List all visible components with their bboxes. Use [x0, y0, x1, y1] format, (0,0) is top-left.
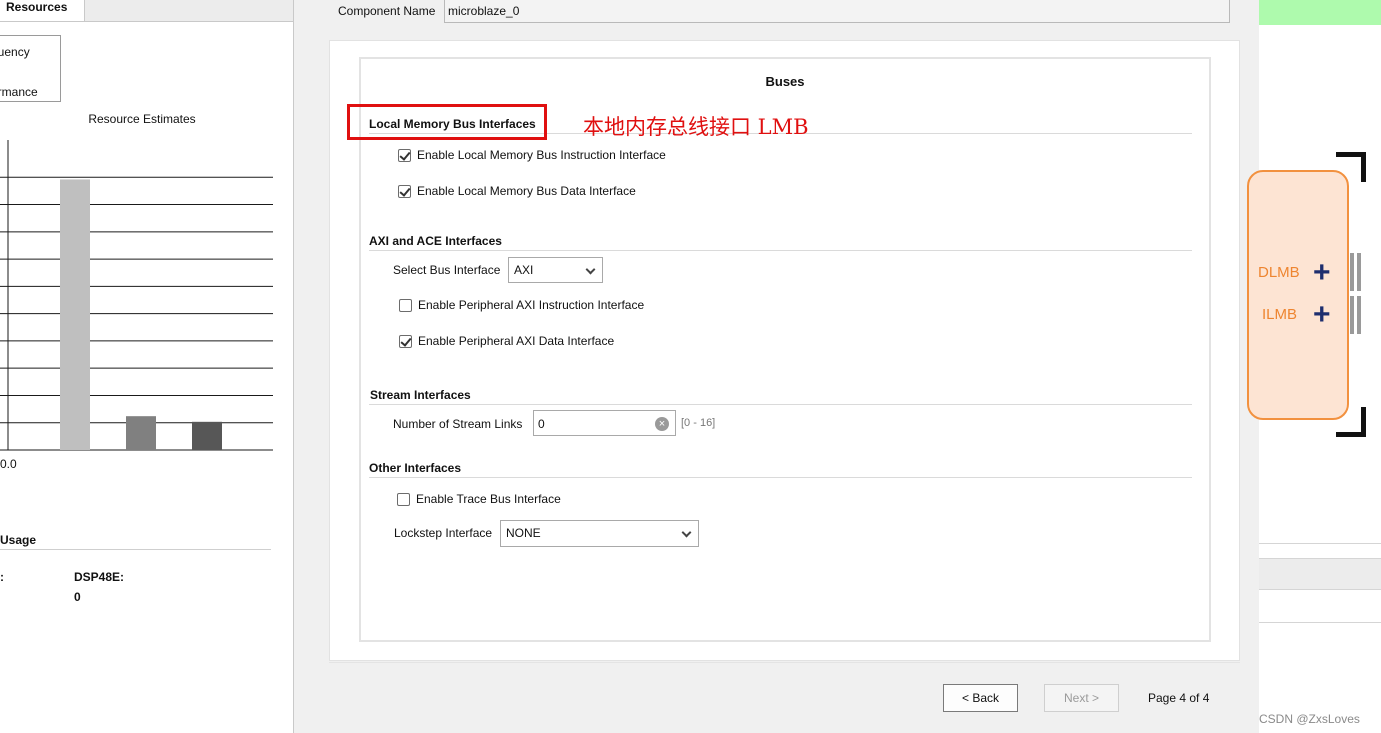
trace-bus-checkbox[interactable]: Enable Trace Bus Interface: [397, 492, 561, 506]
lmb-data-checkbox[interactable]: Enable Local Memory Bus Data Interface: [398, 184, 636, 198]
right-status-bar: [1259, 0, 1381, 25]
options-box: quency i ormance: [0, 35, 61, 102]
component-name-label: Component Name: [338, 4, 436, 18]
section-divider: [369, 477, 1192, 478]
stream-links-range: [0 - 16]: [681, 417, 716, 429]
chart-title: Resource Estimates: [88, 112, 196, 126]
chevron-down-icon: [681, 527, 692, 538]
select-bus-value: AXI: [514, 263, 534, 277]
clear-icon[interactable]: ×: [655, 417, 669, 431]
ilmb-pins: [1350, 296, 1364, 334]
right-divider: [1259, 543, 1381, 544]
checkbox-icon[interactable]: [397, 492, 410, 506]
dlmb-port-label: DLMB: [1258, 264, 1300, 281]
lockstep-dropdown[interactable]: NONE: [500, 520, 699, 547]
page-indicator: Page 4 of 4: [1148, 691, 1210, 705]
dlmb-pins: [1350, 253, 1364, 291]
plus-icon[interactable]: +: [1313, 258, 1331, 288]
checkbox-label: Enable Peripheral AXI Data Interface: [418, 334, 615, 348]
annotation-text: 本地内存总线接口 LMB: [583, 115, 809, 139]
select-bus-label: Select Bus Interface: [393, 263, 501, 277]
footer-divider: [329, 662, 1240, 663]
checkbox-label: Enable Local Memory Bus Data Interface: [417, 184, 636, 198]
next-button[interactable]: Next >: [1044, 684, 1119, 712]
checkbox-label: Enable Local Memory Bus Instruction Inte…: [417, 148, 666, 162]
checkbox-label: Enable Trace Bus Interface: [416, 492, 561, 506]
microblaze-block[interactable]: [1247, 170, 1349, 420]
stream-links-value: 0: [538, 417, 545, 431]
section-divider: [369, 404, 1192, 405]
section-header-other: Other Interfaces: [369, 461, 462, 475]
right-divider: [1259, 622, 1381, 623]
axi-instruction-checkbox[interactable]: Enable Peripheral AXI Instruction Interf…: [399, 298, 644, 312]
watermark: CSDN @ZxsLoves: [1259, 712, 1360, 726]
section-divider: [369, 250, 1192, 251]
ilmb-port-label: ILMB: [1262, 306, 1298, 323]
selection-corner-bottom: [1336, 407, 1366, 437]
right-toolbar: [1259, 558, 1381, 590]
annotation-box: [347, 104, 547, 140]
lockstep-label: Lockstep Interface: [394, 526, 493, 540]
back-button[interactable]: < Back: [943, 684, 1018, 712]
chart-bar: [126, 416, 156, 450]
lockstep-value: NONE: [506, 526, 541, 540]
left-tabstrip: [85, 0, 293, 22]
option-frequency[interactable]: quency: [0, 45, 30, 59]
chart-bar: [60, 179, 90, 451]
select-bus-dropdown[interactable]: AXI: [508, 257, 603, 283]
axi-data-checkbox[interactable]: Enable Peripheral AXI Data Interface: [399, 334, 614, 348]
section-header-stream: Stream Interfaces: [370, 388, 471, 402]
stream-links-input[interactable]: 0 ×: [533, 410, 676, 436]
chart-bar: [192, 421, 222, 450]
dsp-label: DSP48E:: [74, 570, 125, 584]
checkbox-icon[interactable]: [399, 334, 412, 348]
option-performance[interactable]: ormance: [0, 85, 38, 99]
chevron-down-icon: [585, 264, 596, 275]
x-tick-label: 0.0: [0, 457, 17, 471]
usage-header: Usage: [0, 533, 37, 547]
checkbox-icon[interactable]: [398, 148, 411, 162]
buses-panel: [359, 57, 1211, 642]
left-panel: Resources quency i ormance Resource Esti…: [0, 0, 294, 733]
resource-chart: 0.0: [0, 140, 273, 471]
plus-icon[interactable]: +: [1313, 300, 1331, 330]
usage-label-partial: :: [0, 570, 4, 584]
section-header-axi: AXI and ACE Interfaces: [369, 234, 502, 248]
usage-divider: [0, 549, 271, 550]
right-panel: DLMB + ILMB +: [1247, 0, 1381, 733]
page-title: Buses: [765, 74, 805, 89]
stream-links-label: Number of Stream Links: [393, 417, 523, 431]
dsp-value: 0: [74, 590, 81, 604]
lmb-instruction-checkbox[interactable]: Enable Local Memory Bus Instruction Inte…: [398, 148, 666, 162]
tab-resources[interactable]: Resources: [0, 0, 85, 22]
checkbox-icon[interactable]: [399, 298, 412, 312]
checkbox-label: Enable Peripheral AXI Instruction Interf…: [418, 298, 645, 312]
checkbox-icon[interactable]: [398, 184, 411, 198]
component-name-field[interactable]: microblaze_0: [444, 0, 1230, 23]
